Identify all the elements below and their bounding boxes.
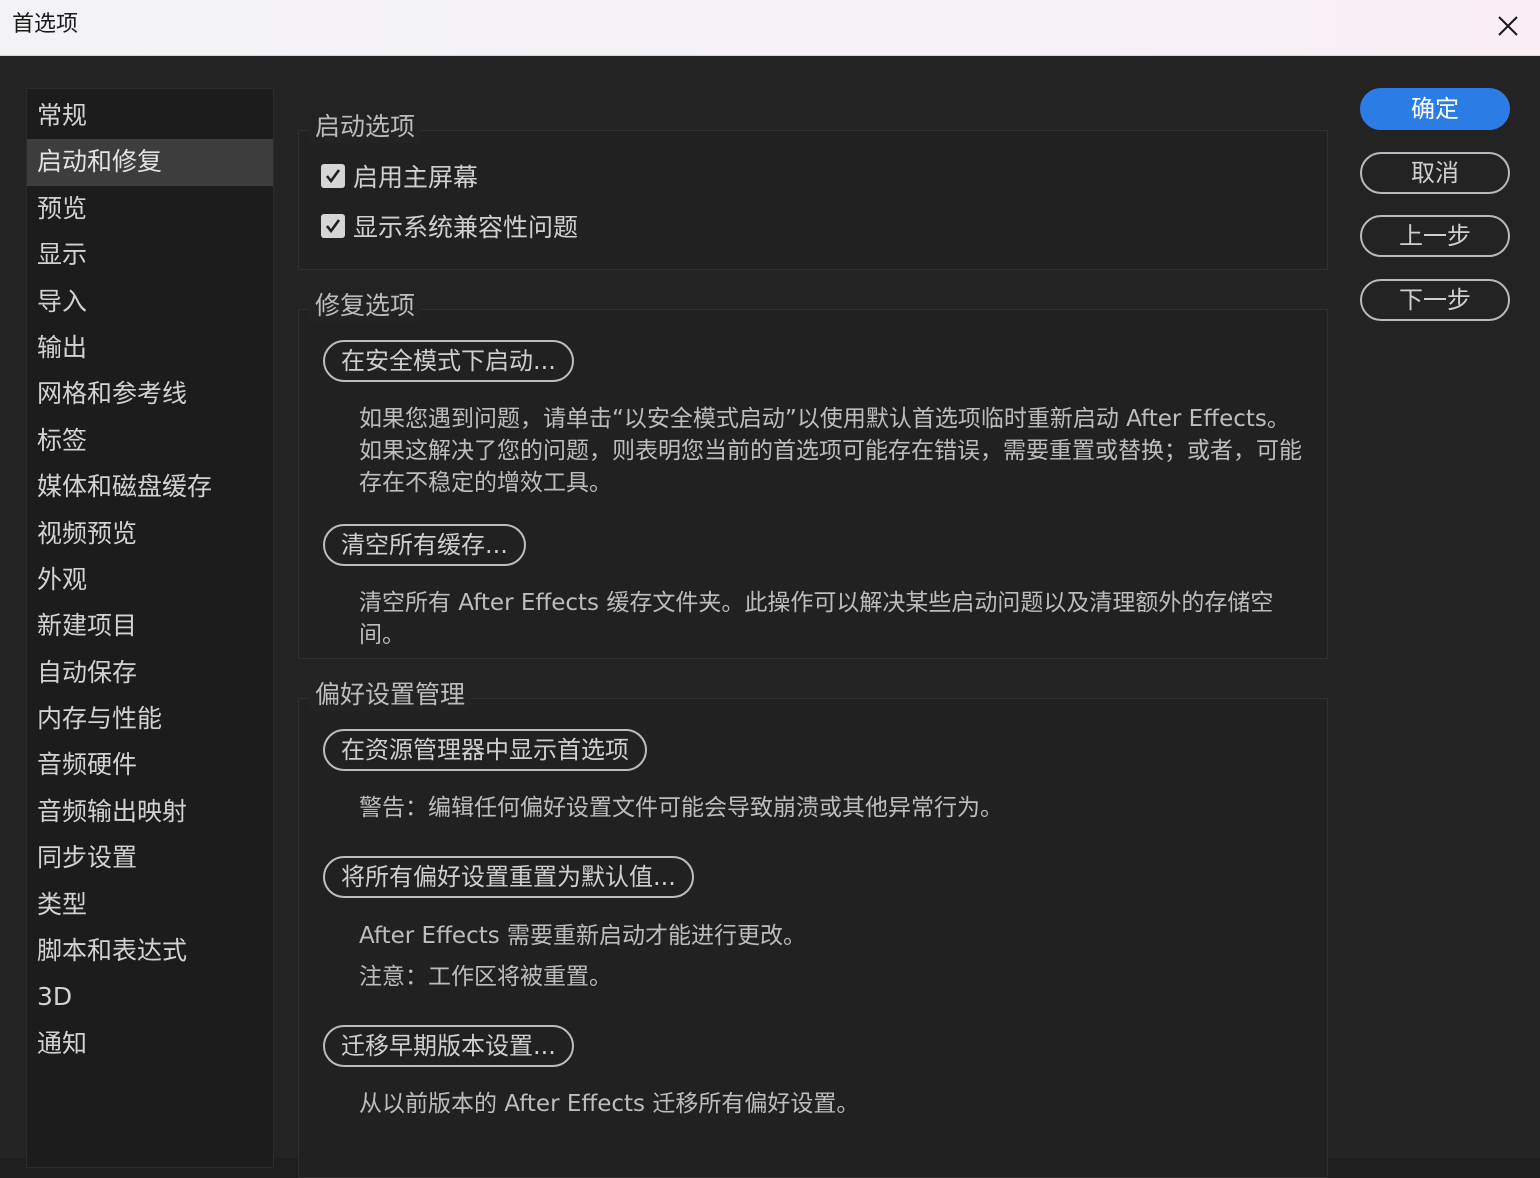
window-title: 首选项 bbox=[12, 12, 79, 37]
sidebar-item-labels[interactable]: 标签 bbox=[27, 418, 273, 464]
sidebar-item-auto-save[interactable]: 自动保存 bbox=[27, 650, 273, 696]
sidebar-item-sync-settings[interactable]: 同步设置 bbox=[27, 835, 273, 881]
close-icon bbox=[1498, 16, 1518, 36]
dialog-body: 常规 启动和修复 预览 显示 导入 输出 网格和参考线 标签 媒体和磁盘缓存 视… bbox=[0, 56, 1540, 1178]
main-panel: 启动选项 启用主屏幕 显示系统兼容性问题 修复选项 在安全模式下启动... 如果… bbox=[298, 96, 1330, 1178]
checkmark-icon bbox=[325, 169, 341, 184]
sidebar-item-appearance[interactable]: 外观 bbox=[27, 557, 273, 603]
sidebar-item-import[interactable]: 导入 bbox=[27, 279, 273, 325]
checkbox-box[interactable] bbox=[321, 214, 345, 238]
checkmark-icon bbox=[325, 219, 341, 234]
sidebar-item-output[interactable]: 输出 bbox=[27, 325, 273, 371]
sidebar-item-previews[interactable]: 预览 bbox=[27, 186, 273, 232]
title-bar: 首选项 bbox=[0, 0, 1540, 56]
sidebar-item-memory-performance[interactable]: 内存与性能 bbox=[27, 696, 273, 742]
clear-cache-button[interactable]: 清空所有缓存... bbox=[323, 524, 526, 566]
sidebar-item-media-disk-cache[interactable]: 媒体和磁盘缓存 bbox=[27, 464, 273, 510]
migrate-settings-button[interactable]: 迁移早期版本设置... bbox=[323, 1025, 574, 1067]
repair-options-title: 修复选项 bbox=[309, 290, 422, 322]
checkbox-box[interactable] bbox=[321, 164, 345, 188]
migrate-settings-description: 从以前版本的 After Effects 迁移所有偏好设置。 bbox=[359, 1091, 860, 1117]
sidebar-item-grids-guides[interactable]: 网格和参考线 bbox=[27, 371, 273, 417]
clear-cache-description: 清空所有 After Effects 缓存文件夹。此操作可以解决某些启动问题以及… bbox=[359, 590, 1274, 648]
preference-management-title: 偏好设置管理 bbox=[309, 679, 472, 711]
sidebar-item-video-preview[interactable]: 视频预览 bbox=[27, 511, 273, 557]
sidebar-item-audio-output-mapping[interactable]: 音频输出映射 bbox=[27, 789, 273, 835]
reset-prefs-workspace-note: 注意：工作区将被重置。 bbox=[359, 964, 612, 990]
sidebar-item-general[interactable]: 常规 bbox=[27, 93, 273, 139]
show-compat-issues-label: 显示系统兼容性问题 bbox=[353, 213, 579, 242]
sidebar: 常规 启动和修复 预览 显示 导入 输出 网格和参考线 标签 媒体和磁盘缓存 视… bbox=[26, 88, 274, 1168]
show-prefs-in-explorer-button[interactable]: 在资源管理器中显示首选项 bbox=[323, 729, 647, 771]
sidebar-item-new-project[interactable]: 新建项目 bbox=[27, 603, 273, 649]
show-compat-issues-checkbox[interactable]: 显示系统兼容性问题 bbox=[321, 209, 578, 243]
startup-options-title: 启动选项 bbox=[309, 111, 422, 143]
reset-prefs-restart-note: After Effects 需要重新启动才能进行更改。 bbox=[359, 923, 807, 949]
sidebar-item-startup-repair[interactable]: 启动和修复 bbox=[27, 139, 273, 186]
reset-prefs-button[interactable]: 将所有偏好设置重置为默认值... bbox=[323, 856, 694, 898]
sidebar-item-3d[interactable]: 3D bbox=[27, 974, 273, 1020]
preference-management-group: 偏好设置管理 在资源管理器中显示首选项 警告：编辑任何偏好设置文件可能会导致崩溃… bbox=[298, 679, 1328, 1178]
enable-home-screen-checkbox[interactable]: 启用主屏幕 bbox=[321, 159, 478, 193]
sidebar-item-notifications[interactable]: 通知 bbox=[27, 1021, 273, 1067]
cancel-button[interactable]: 取消 bbox=[1360, 152, 1510, 194]
repair-options-group: 修复选项 在安全模式下启动... 如果您遇到问题，请单击“以安全模式启动”以使用… bbox=[298, 290, 1328, 659]
enable-home-screen-label: 启用主屏幕 bbox=[353, 163, 479, 192]
safe-mode-description: 如果您遇到问题，请单击“以安全模式启动”以使用默认首选项临时重新启动 After… bbox=[359, 406, 1302, 496]
show-prefs-warning: 警告：编辑任何偏好设置文件可能会导致崩溃或其他异常行为。 bbox=[359, 795, 1003, 821]
close-button[interactable] bbox=[1486, 6, 1530, 46]
sidebar-item-display[interactable]: 显示 bbox=[27, 232, 273, 278]
sidebar-item-audio-hardware[interactable]: 音频硬件 bbox=[27, 742, 273, 788]
sidebar-item-type[interactable]: 类型 bbox=[27, 882, 273, 928]
sidebar-item-scripting-expressions[interactable]: 脚本和表达式 bbox=[27, 928, 273, 974]
safe-mode-button[interactable]: 在安全模式下启动... bbox=[323, 340, 574, 382]
next-button[interactable]: 下一步 bbox=[1360, 279, 1510, 321]
ok-button[interactable]: 确定 bbox=[1360, 88, 1510, 130]
previous-button[interactable]: 上一步 bbox=[1360, 215, 1510, 257]
startup-options-group: 启动选项 启用主屏幕 显示系统兼容性问题 bbox=[298, 111, 1328, 270]
